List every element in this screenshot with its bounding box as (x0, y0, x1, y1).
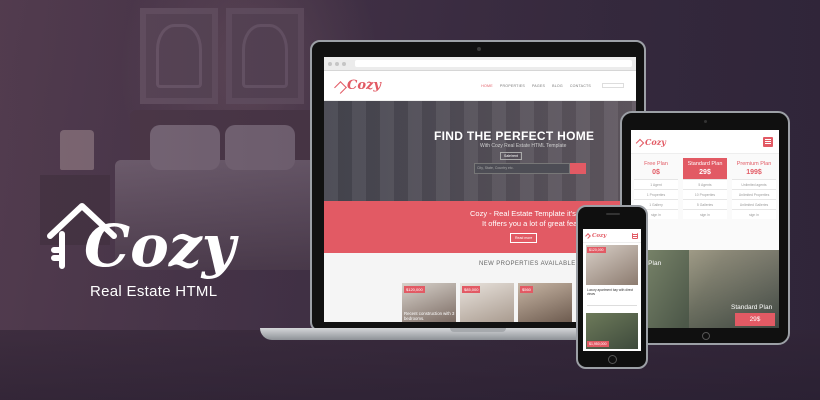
hero-title: FIND THE PERFECT HOME (434, 129, 595, 143)
house-icon (585, 233, 591, 239)
property-card[interactable]: $85,000 (460, 283, 514, 322)
plan-premium: Premium Plan 199$ Unlimited agents Unlim… (732, 158, 776, 219)
plan-name: Premium Plan (736, 161, 772, 167)
plan-feature: Unlimited Galleries (732, 199, 776, 209)
testimonial-photo: Free Plan Standard Plan 29$ (631, 250, 779, 328)
brand-wordmark: Cozy (84, 212, 240, 280)
hero-search-placeholder: City, State, Country etc. (477, 166, 514, 170)
nav-blog[interactable]: BLOG (552, 84, 563, 88)
back-icon[interactable] (328, 61, 332, 66)
site-logo[interactable]: Cozy (334, 78, 381, 94)
laptop-notch (450, 328, 506, 332)
plan-feature: Unlimited Properties (732, 189, 776, 199)
plan-name: Free Plan (644, 161, 668, 167)
photo-plan-price: 29$ (735, 313, 775, 326)
site-logo[interactable]: Cozy (635, 136, 666, 147)
site-logo[interactable]: Cozy (585, 232, 607, 239)
property-price: $1,950,000 (587, 341, 609, 347)
phone-header: Cozy (583, 229, 641, 243)
speaker (606, 213, 620, 215)
plan-price: 29$ (699, 169, 711, 176)
plan-standard: Standard Plan 29$ 5 Agents 10 Properties… (683, 158, 727, 219)
site-logo-text: Cozy (645, 136, 666, 147)
property-price: $120,000 (587, 247, 606, 253)
property-price: $560 (520, 286, 533, 293)
hero-background (324, 101, 636, 201)
house-icon (334, 81, 347, 94)
site-nav: HOME PROPERTIES PAGES BLOG CONTACTS (481, 83, 624, 88)
site-header: Cozy HOME PROPERTIES PAGES BLOG CONTACTS (324, 71, 636, 101)
hero-subtitle: With Cozy Real Estate HTML Template (480, 143, 567, 149)
camera-dot (477, 47, 481, 51)
camera-dot (704, 120, 707, 123)
property-card[interactable]: $120,000 Recent construction with 3 bedr… (402, 283, 456, 322)
plan-price: 199$ (746, 169, 762, 176)
house-key-icon: Cozy (47, 203, 240, 280)
plan-feature: 5 Agents (683, 179, 727, 189)
plan-feature: 1 Properties (634, 189, 678, 199)
house-icon (635, 138, 645, 147)
property-card[interactable]: $1,950,000 (586, 313, 638, 349)
browser-toolbar (324, 57, 636, 71)
plan-feature: 5 Galleries (683, 199, 727, 209)
hamburger-menu-icon[interactable] (632, 232, 638, 239)
brand-tagline: Real Estate HTML (90, 283, 218, 300)
plan-feature: Unlimited agents (732, 179, 776, 189)
plan-sign-in[interactable]: sign in (683, 209, 727, 219)
hamburger-menu-icon[interactable] (763, 136, 773, 147)
hero-section: FIND THE PERFECT HOME With Cozy Real Est… (324, 101, 636, 201)
plan-price: 0$ (652, 169, 660, 176)
home-button[interactable] (702, 332, 710, 340)
nav-contacts[interactable]: CONTACTS (570, 84, 591, 88)
plan-name: Standard Plan (687, 161, 723, 167)
site-logo-text: Cozy (347, 78, 381, 93)
nav-properties[interactable]: PROPERTIES (500, 84, 525, 88)
search-button[interactable] (570, 163, 586, 174)
nav-search-input[interactable] (602, 83, 624, 88)
address-bar[interactable] (355, 60, 632, 67)
sale-rent-tab[interactable]: Sale/rent (500, 152, 523, 160)
brand-logo: Cozy Real Estate HTML (38, 190, 278, 310)
property-price: $85,000 (462, 286, 481, 293)
property-card[interactable]: $120,000 (586, 245, 638, 285)
nav-pages[interactable]: PAGES (532, 84, 545, 88)
read-more-button[interactable]: Read more (510, 233, 538, 243)
property-caption: Recent construction with 3 bedrooms. (404, 310, 455, 321)
phone-device: Cozy $120,000 Luxury apartment bay with … (576, 205, 648, 369)
site-logo-text: Cozy (592, 232, 607, 239)
property-description: Luxury apartment bay with direct views (587, 288, 634, 297)
reload-icon[interactable] (342, 61, 346, 66)
tablet-screen: Cozy Free Plan 0$ 1 Agent 1 Properties 1… (631, 130, 779, 328)
plan-feature: 1 Agent (634, 179, 678, 189)
properties-title: NEW PROPERTIES AVAILABLE (479, 261, 576, 267)
tablet-header: Cozy (631, 130, 779, 154)
divider (587, 305, 637, 309)
plan-feature: 10 Properties (683, 189, 727, 199)
forward-icon[interactable] (335, 61, 339, 66)
home-button[interactable] (608, 355, 617, 364)
plan-sign-in[interactable]: sign in (732, 209, 776, 219)
photo-plan-name: Standard Plan (731, 304, 773, 311)
pricing-table: Free Plan 0$ 1 Agent 1 Properties 1 Gall… (631, 154, 779, 250)
property-card[interactable]: $560 (518, 283, 572, 322)
phone-screen: Cozy $120,000 Luxury apartment bay with … (583, 229, 641, 351)
nav-home[interactable]: HOME (481, 84, 493, 88)
property-price: $120,000 (404, 286, 425, 293)
